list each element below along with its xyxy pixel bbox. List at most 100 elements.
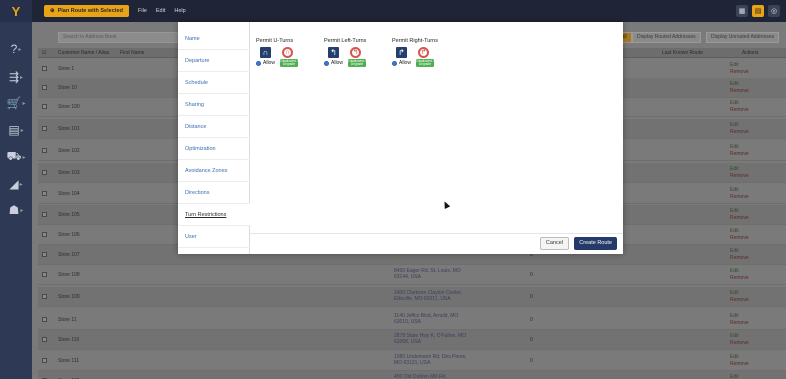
display-unrouted-button[interactable]: Display Unrouted Addresses: [706, 32, 780, 43]
create-route-button[interactable]: Create Route: [574, 237, 617, 250]
header-last-known-route[interactable]: Last Known Route: [662, 50, 703, 56]
right-turn-disallow-option[interactable]: Disallowed / Degrade Unroutable Stop: [416, 59, 434, 73]
row-checkbox[interactable]: [42, 104, 47, 109]
nav-avoidance-zones[interactable]: Avoidance Zones: [178, 160, 250, 182]
row-checkbox[interactable]: [42, 252, 47, 257]
row-address: 1140 Jeffco Blvd, Arnold, MO 63010, USA: [394, 313, 459, 325]
header-first-name[interactable]: First Name: [120, 50, 144, 56]
right-turn-allow-radio[interactable]: Allow: [392, 60, 411, 66]
settings-icon[interactable]: ◎: [768, 5, 780, 17]
help-icon[interactable]: ? ▸: [0, 36, 32, 62]
menu-edit[interactable]: Edit: [156, 8, 165, 14]
menu-help[interactable]: Help: [174, 8, 185, 14]
nav-schedule[interactable]: Schedule: [178, 72, 250, 94]
row-name: Store 102: [58, 148, 80, 154]
analytics-icon[interactable]: ◢ ▸: [0, 171, 32, 197]
cart-icon[interactable]: 🛒 ▸: [0, 90, 32, 116]
edit-link[interactable]: Edit: [730, 81, 749, 88]
remove-link[interactable]: Remove: [730, 235, 749, 242]
remove-link[interactable]: Remove: [730, 320, 749, 327]
remove-link[interactable]: Remove: [730, 297, 749, 304]
row-actions: EditRemove: [730, 268, 749, 282]
remove-link[interactable]: Remove: [730, 255, 749, 262]
edit-link[interactable]: Edit: [730, 122, 749, 129]
row-checkbox[interactable]: [42, 148, 47, 153]
row-actions: EditRemove: [730, 228, 749, 242]
table-row[interactable]: Store 108 8450 Eager Rd, St. Louis, MO 63…: [38, 265, 786, 285]
edit-link[interactable]: Edit: [730, 333, 749, 340]
nav-sharing[interactable]: Sharing: [178, 94, 250, 116]
remove-link[interactable]: Remove: [730, 107, 749, 114]
remove-link[interactable]: Remove: [730, 194, 749, 201]
edit-link[interactable]: Edit: [730, 187, 749, 194]
edit-link[interactable]: Edit: [730, 313, 749, 320]
remove-link[interactable]: Remove: [730, 215, 749, 222]
row-name: Store 109: [58, 294, 80, 300]
plan-route-button[interactable]: ⊕ Plan Route with Selected: [44, 5, 130, 17]
cancel-button[interactable]: Cancel: [539, 237, 569, 250]
display-routed-button[interactable]: Display Routed Addresses: [632, 32, 701, 43]
remove-link[interactable]: Remove: [730, 361, 749, 368]
row-checkbox[interactable]: [42, 170, 47, 175]
left-turn-icon: ↰: [328, 47, 339, 58]
routes-icon[interactable]: ⇶ ▸: [0, 64, 32, 90]
edit-link[interactable]: Edit: [730, 100, 749, 107]
edit-link[interactable]: Edit: [730, 354, 749, 361]
grid-view-icon[interactable]: ▦: [736, 5, 748, 17]
left-turn-disallow-option[interactable]: Disallowed / Degrade Unroutable Stop: [348, 59, 366, 73]
edit-link[interactable]: Edit: [730, 228, 749, 235]
row-checkbox[interactable]: [42, 126, 47, 131]
edit-link[interactable]: Edit: [730, 62, 749, 69]
truck-icon[interactable]: ⛟ ▸: [0, 144, 32, 170]
table-row[interactable]: Store 112450 Old Dobbin Mill Rd,EditRemo…: [38, 371, 786, 379]
remove-link[interactable]: Remove: [730, 151, 749, 158]
menu-file[interactable]: File: [138, 8, 147, 14]
remove-link[interactable]: Remove: [730, 275, 749, 282]
edit-link[interactable]: Edit: [730, 144, 749, 151]
logo-icon[interactable]: Y: [0, 0, 32, 22]
documents-icon[interactable]: ▤ ▸: [0, 117, 32, 143]
row-checkbox[interactable]: [42, 212, 47, 217]
row-actions: EditRemove: [730, 62, 749, 76]
list-view-icon[interactable]: ▤: [752, 5, 764, 17]
edit-link[interactable]: Edit: [730, 268, 749, 275]
table-row[interactable]: Store 109 1400 Clarkson Clayton Center, E…: [38, 287, 786, 307]
row-last-known-route: 0: [530, 272, 533, 278]
row-checkbox[interactable]: [42, 85, 47, 90]
row-checkbox[interactable]: [42, 191, 47, 196]
row-name: Store 10: [58, 85, 77, 91]
remove-link[interactable]: Remove: [730, 88, 749, 95]
row-checkbox[interactable]: [42, 317, 47, 322]
row-checkbox[interactable]: [42, 294, 47, 299]
row-checkbox[interactable]: [42, 272, 47, 277]
nav-name[interactable]: Name: [178, 28, 250, 50]
edit-link[interactable]: Edit: [730, 374, 749, 379]
nav-directions[interactable]: Directions: [178, 182, 250, 204]
remove-link[interactable]: Remove: [730, 69, 749, 76]
table-row[interactable]: Store 110 2878 State Hwy K, O'Fallon, MO …: [38, 330, 786, 350]
nav-optimization[interactable]: Optimization: [178, 138, 250, 160]
edit-link[interactable]: Edit: [730, 166, 749, 173]
header-name[interactable]: Customer Name / Alias: [58, 50, 109, 56]
edit-link[interactable]: Edit: [730, 290, 749, 297]
remove-link[interactable]: Remove: [730, 129, 749, 136]
users-icon[interactable]: ☗ ▸: [0, 197, 32, 223]
row-checkbox[interactable]: [42, 358, 47, 363]
u-turn-disallow-option[interactable]: Disallowed / Degrade Unroutable Stop: [280, 59, 298, 73]
row-checkbox[interactable]: [42, 337, 47, 342]
edit-link[interactable]: Edit: [730, 208, 749, 215]
nav-user[interactable]: User: [178, 226, 250, 248]
edit-link[interactable]: Edit: [730, 248, 749, 255]
remove-link[interactable]: Remove: [730, 340, 749, 347]
u-turn-allow-radio[interactable]: Allow: [256, 60, 275, 66]
row-checkbox[interactable]: [42, 232, 47, 237]
row-checkbox[interactable]: [42, 66, 47, 71]
left-turn-allow-radio[interactable]: Allow: [324, 60, 343, 66]
nav-departure[interactable]: Departure: [178, 50, 250, 72]
nav-distance[interactable]: Distance: [178, 116, 250, 138]
table-row[interactable]: Store 111 1080 Lindemann Rd, Des Peres, M…: [38, 351, 786, 371]
header-checkbox[interactable]: ☑: [42, 50, 46, 56]
table-row[interactable]: Store 11 1140 Jeffco Blvd, Arnold, MO 630…: [38, 310, 786, 330]
remove-link[interactable]: Remove: [730, 173, 749, 180]
nav-turn-restrictions[interactable]: Turn Restrictions: [178, 204, 251, 226]
